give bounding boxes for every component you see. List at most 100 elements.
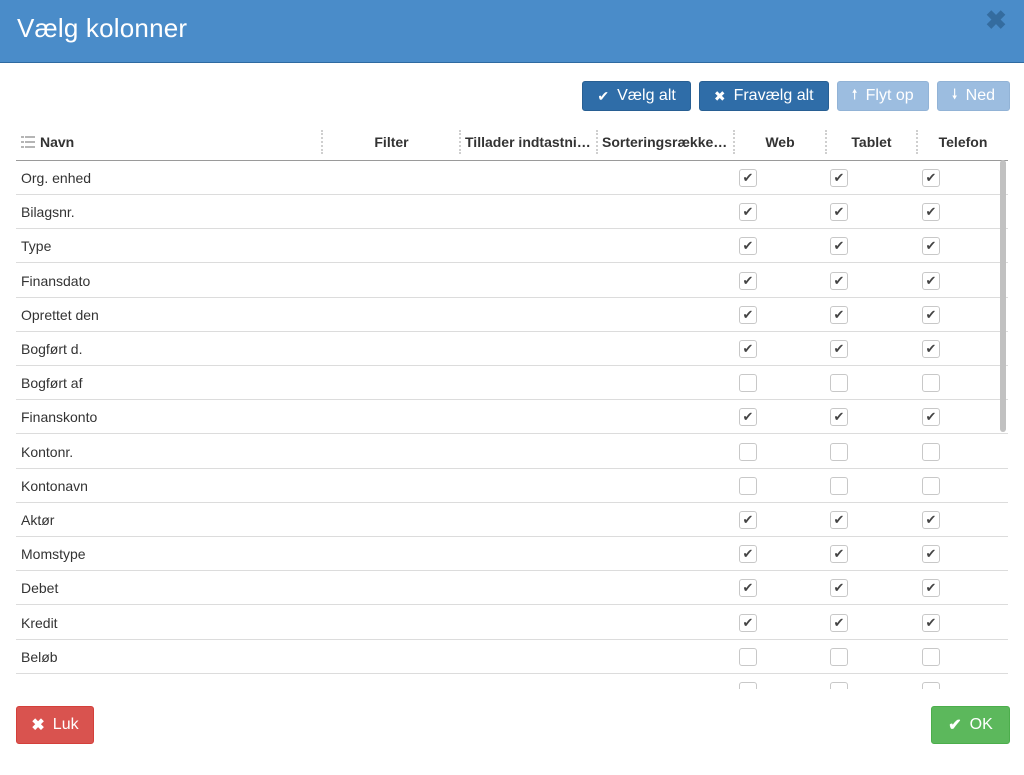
table-row[interactable]: Kontonr.	[16, 435, 1008, 469]
checkmark-icon: ✔	[833, 341, 845, 356]
checkmark-icon: ✔	[742, 307, 754, 322]
tablet-checkbox[interactable]: ✔	[830, 272, 848, 290]
table-row[interactable]: Org. enhed ✔ ✔ ✔	[16, 161, 1008, 195]
arrow-down-icon: 🠗	[951, 86, 958, 102]
dialog-title: Vælg kolonner	[17, 13, 188, 43]
phone-checkbox[interactable]: ✔	[922, 237, 940, 255]
column-header-phone[interactable]: Telefon	[918, 127, 1008, 160]
phone-checkbox[interactable]	[922, 443, 940, 461]
phone-checkbox[interactable]: ✔	[922, 614, 940, 632]
phone-checkbox[interactable]: ✔	[922, 579, 940, 597]
checkmark-icon: ✔	[742, 409, 754, 424]
table-row[interactable]: Beløb	[16, 640, 1008, 674]
phone-checkbox[interactable]	[922, 477, 940, 495]
tablet-checkbox[interactable]: ✔	[830, 408, 848, 426]
web-checkbox[interactable]: ✔	[739, 272, 757, 290]
close-icon[interactable]: ✖	[984, 7, 1008, 33]
phone-checkbox[interactable]	[922, 648, 940, 666]
web-checkbox[interactable]: ✔	[739, 579, 757, 597]
column-header-tablet[interactable]: Tablet	[827, 127, 916, 160]
tablet-checkbox[interactable]: ✔	[830, 511, 848, 529]
row-name: Bogført d.	[21, 341, 83, 357]
table-row[interactable]: Aktør ✔ ✔ ✔	[16, 503, 1008, 537]
column-header-name[interactable]: Navn	[21, 127, 311, 160]
web-checkbox[interactable]: ✔	[739, 237, 757, 255]
tablet-checkbox[interactable]	[830, 443, 848, 461]
web-checkbox[interactable]	[739, 682, 757, 689]
tablet-checkbox[interactable]: ✔	[830, 614, 848, 632]
close-button[interactable]: ✖ Luk	[16, 706, 94, 744]
phone-checkbox[interactable]: ✔	[922, 272, 940, 290]
table-row[interactable]: Bogført af	[16, 366, 1008, 400]
table-row[interactable]: Kredit ✔ ✔ ✔	[16, 606, 1008, 640]
web-checkbox[interactable]: ✔	[739, 169, 757, 187]
table-row[interactable]	[16, 674, 1008, 689]
tablet-checkbox[interactable]: ✔	[830, 203, 848, 221]
phone-checkbox[interactable]: ✔	[922, 545, 940, 563]
tablet-checkbox[interactable]: ✔	[830, 340, 848, 358]
column-separator	[596, 130, 598, 154]
web-checkbox[interactable]: ✔	[739, 306, 757, 324]
table-row[interactable]: Finansdato ✔ ✔ ✔	[16, 264, 1008, 298]
phone-checkbox[interactable]	[922, 374, 940, 392]
table-row[interactable]: Finanskonto ✔ ✔ ✔	[16, 400, 1008, 434]
row-name: Kontonr.	[21, 444, 74, 460]
tablet-checkbox[interactable]: ✔	[830, 306, 848, 324]
phone-checkbox[interactable]: ✔	[922, 203, 940, 221]
checkmark-icon: ✔	[925, 204, 937, 219]
scrollbar-thumb[interactable]	[1000, 160, 1006, 432]
tablet-checkbox[interactable]	[830, 648, 848, 666]
table-row[interactable]: Momstype ✔ ✔ ✔	[16, 537, 1008, 571]
phone-checkbox[interactable]	[922, 682, 940, 689]
web-checkbox[interactable]: ✔	[739, 408, 757, 426]
phone-checkbox[interactable]: ✔	[922, 511, 940, 529]
tablet-checkbox[interactable]: ✔	[830, 169, 848, 187]
web-checkbox[interactable]	[739, 477, 757, 495]
web-checkbox[interactable]	[739, 443, 757, 461]
web-checkbox[interactable]: ✔	[739, 614, 757, 632]
tablet-checkbox[interactable]	[830, 682, 848, 689]
deselect-all-button[interactable]: ✖ Fravælg alt	[698, 81, 829, 111]
phone-checkbox[interactable]: ✔	[922, 340, 940, 358]
web-checkbox[interactable]: ✔	[739, 203, 757, 221]
phone-checkbox[interactable]: ✔	[922, 408, 940, 426]
table-row[interactable]: Bilagsnr. ✔ ✔ ✔	[16, 195, 1008, 229]
column-header-sort-order[interactable]: Sorteringsrækkefølge	[602, 127, 730, 160]
move-down-button[interactable]: 🠗 Ned	[936, 81, 1010, 111]
table-row[interactable]: Debet ✔ ✔ ✔	[16, 571, 1008, 605]
web-checkbox[interactable]: ✔	[739, 545, 757, 563]
table-row[interactable]: Type ✔ ✔ ✔	[16, 229, 1008, 263]
column-header-web[interactable]: Web	[735, 127, 825, 160]
dialog-header: Vælg kolonner ✖	[0, 0, 1024, 63]
web-checkbox[interactable]: ✔	[739, 511, 757, 529]
x-icon: ✖	[31, 717, 45, 734]
toolbar: ✔ Vælg alt ✖ Fravælg alt 🠕 Flyt op 🠗 Ned	[582, 81, 1010, 111]
row-name: Finansdato	[21, 273, 91, 289]
checkmark-icon: ✔	[742, 615, 754, 630]
tablet-checkbox[interactable]: ✔	[830, 579, 848, 597]
move-up-button[interactable]: 🠕 Flyt op	[836, 81, 929, 111]
phone-checkbox[interactable]: ✔	[922, 169, 940, 187]
tablet-checkbox[interactable]	[830, 374, 848, 392]
tablet-checkbox[interactable]	[830, 477, 848, 495]
checkmark-icon: ✔	[833, 580, 845, 595]
table-row[interactable]: Bogført d. ✔ ✔ ✔	[16, 332, 1008, 366]
web-checkbox[interactable]	[739, 648, 757, 666]
tablet-checkbox[interactable]: ✔	[830, 545, 848, 563]
column-header-allow-input[interactable]: Tillader indtastning	[465, 127, 593, 160]
web-checkbox[interactable]: ✔	[739, 340, 757, 358]
table-row[interactable]: Kontonavn	[16, 469, 1008, 503]
phone-checkbox[interactable]: ✔	[922, 306, 940, 324]
checkmark-icon: ✔	[925, 170, 937, 185]
checkmark-icon: ✔	[742, 204, 754, 219]
checkmark-icon: ✔	[742, 238, 754, 253]
checkmark-icon: ✔	[833, 409, 845, 424]
checkmark-icon: ✔	[742, 273, 754, 288]
web-checkbox[interactable]	[739, 374, 757, 392]
select-all-button[interactable]: ✔ Vælg alt	[582, 81, 691, 111]
column-header-filter[interactable]: Filter	[325, 127, 458, 160]
tablet-checkbox[interactable]: ✔	[830, 237, 848, 255]
ok-button[interactable]: ✔ OK	[931, 706, 1010, 744]
table-row[interactable]: Oprettet den ✔ ✔ ✔	[16, 298, 1008, 332]
checkmark-icon: ✔	[742, 580, 754, 595]
